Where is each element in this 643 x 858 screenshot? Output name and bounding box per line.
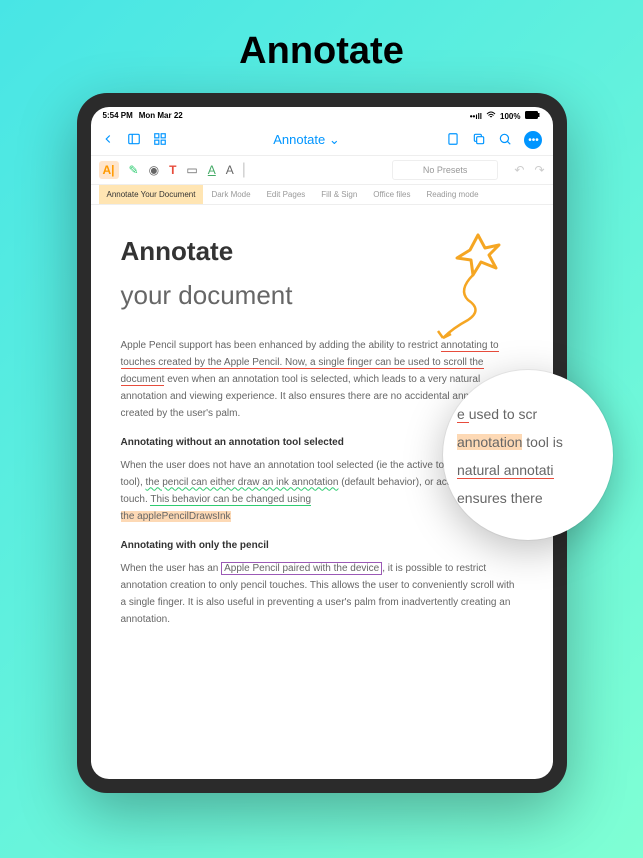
box-annotation: Apple Pencil paired with the device [221,562,382,575]
star-doodle-annotation [423,220,513,340]
tab-office[interactable]: Office files [365,185,418,204]
back-icon[interactable] [101,132,115,149]
status-date: Mon Mar 22 [139,111,183,121]
signal-icon: ••ıll [470,112,482,121]
battery-icon [525,111,541,121]
underline-tool[interactable]: A [208,163,216,177]
wifi-icon [486,111,496,121]
tab-fillsign[interactable]: Fill & Sign [313,185,365,204]
grid-icon[interactable] [153,132,167,149]
highlight-annotation: the applePencilDrawsInk [121,511,231,522]
tool-bar: A| ✎ ◉ T ▭ A A | No Presets ↶ ↷ [91,156,553,185]
text-tool[interactable]: T [169,163,176,177]
copy-icon[interactable] [472,132,486,149]
tab-editpages[interactable]: Edit Pages [259,185,314,204]
paragraph-3: When the user has an Apple Pencil paired… [121,560,523,628]
pages-icon[interactable] [446,132,460,149]
wavy-annotation: the pencil can either draw an ink annota… [146,477,339,488]
status-bar: 5:54 PM Mon Mar 22 ••ıll 100% [91,107,553,125]
eraser-tool[interactable]: ◉ [149,163,159,177]
hero-title: Annotate [0,0,643,93]
tab-annotate[interactable]: Annotate Your Document [99,185,204,204]
presets-label[interactable]: No Presets [392,160,499,180]
font-tool[interactable]: A [226,163,234,177]
tab-reading[interactable]: Reading mode [419,185,487,204]
highlighter-tool[interactable]: A| [99,161,119,179]
nav-title[interactable]: Annotate ⌄ [273,132,340,148]
comment-tool[interactable]: ▭ [186,163,197,177]
nav-bar: Annotate ⌄ ••• [91,125,553,156]
more-button[interactable]: ••• [524,131,542,149]
undo-icon[interactable]: ↶ [514,163,524,177]
magnifier-overlay: e used to scr annotation tool is natural… [443,370,613,540]
pen-tool[interactable]: ✎ [129,163,139,177]
green-underline-annotation: This behavior can be changed using [150,494,311,506]
section-heading-2: Annotating with only the pencil [121,537,523,554]
redo-icon[interactable]: ↷ [534,163,544,177]
battery-text: 100% [500,112,520,121]
status-time: 5:54 PM [103,111,133,121]
tab-darkmode[interactable]: Dark Mode [203,185,258,204]
search-icon[interactable] [498,132,512,149]
tab-bar: Annotate Your Document Dark Mode Edit Pa… [91,185,553,205]
sidebar-icon[interactable] [127,132,141,149]
